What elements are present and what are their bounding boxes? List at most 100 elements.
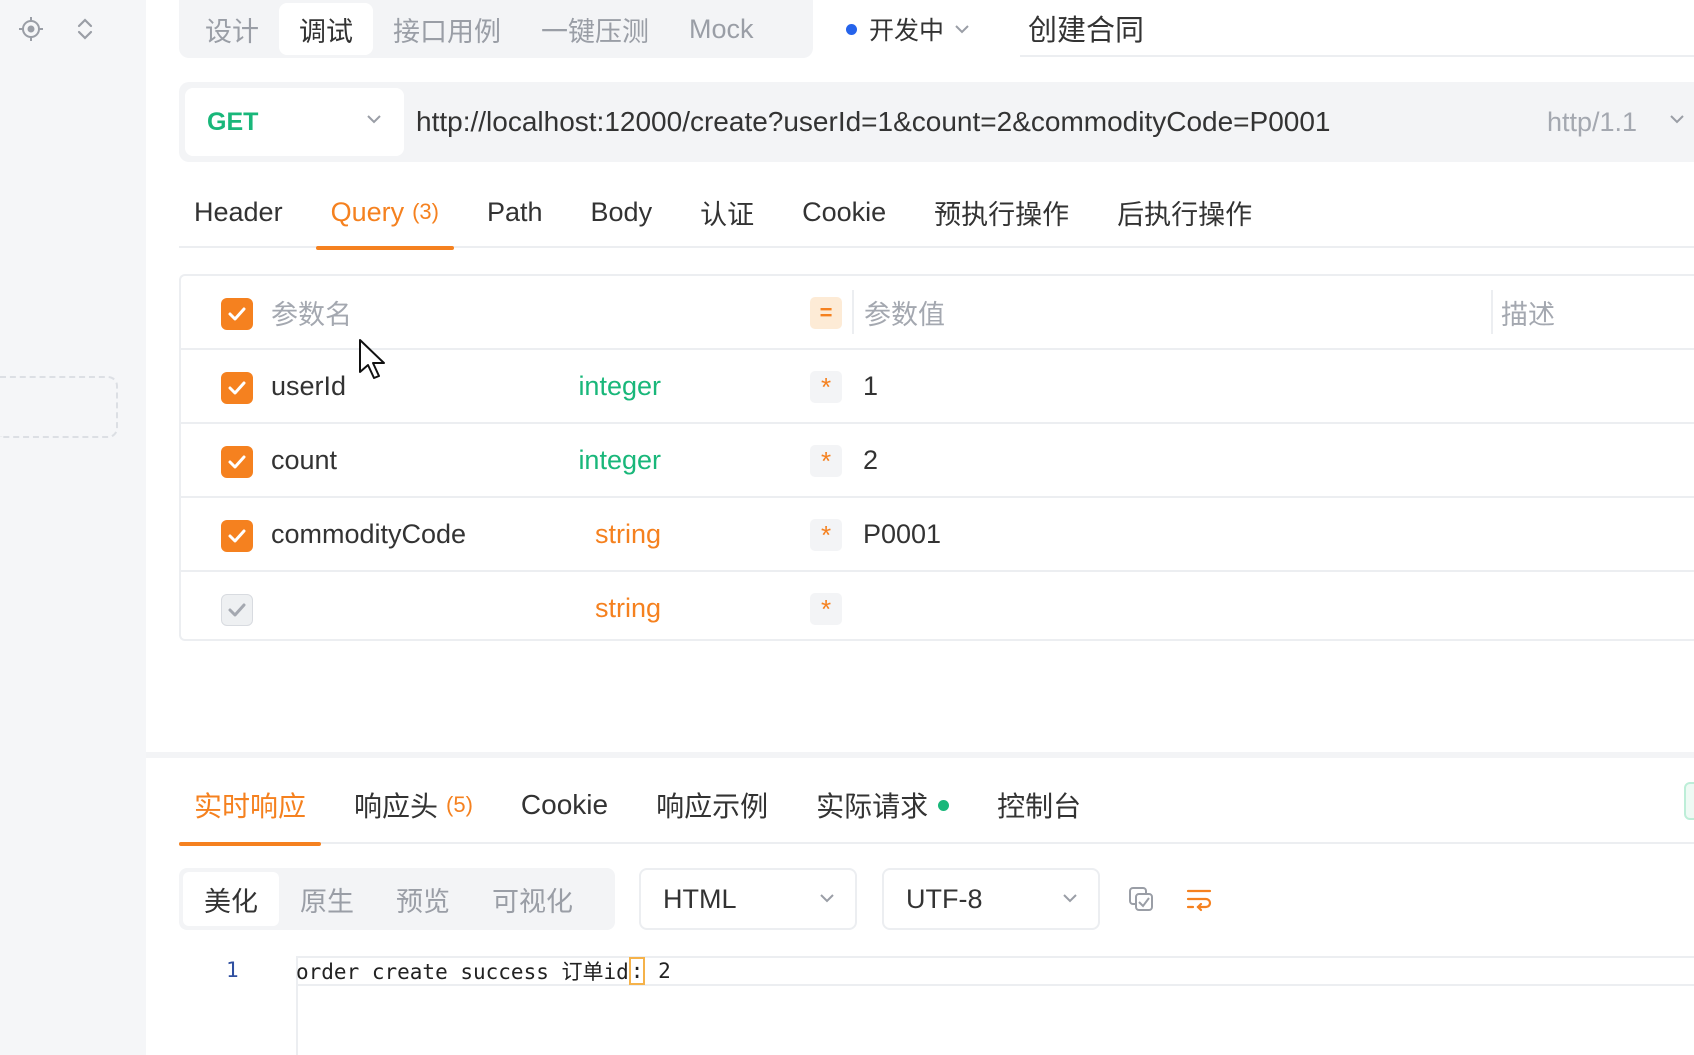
tab-auth[interactable]: 认证 — [685, 176, 769, 248]
tab-live-response[interactable]: 实时响应 — [179, 766, 322, 846]
check-icon — [228, 603, 246, 617]
bulk-edit-button[interactable]: = — [810, 297, 842, 329]
copy-icon[interactable] — [1126, 884, 1156, 914]
tab-pre-script[interactable]: 预执行操作 — [919, 176, 1084, 248]
tab-header[interactable]: Header — [179, 176, 298, 248]
tab-label: 预执行操作 — [934, 199, 1070, 230]
param-type[interactable]: integer — [578, 350, 661, 422]
tab-label: 实时响应 — [194, 791, 307, 822]
required-toggle[interactable]: * — [810, 445, 842, 477]
tab-post-script[interactable]: 后执行操作 — [1102, 176, 1267, 248]
encoding-select[interactable]: UTF-8 — [882, 868, 1100, 930]
query-params-table: 参数名 = 参数值 描述 userId integer * 1 count in… — [179, 274, 1694, 641]
param-checkbox[interactable] — [221, 520, 253, 552]
view-preview[interactable]: 预览 — [375, 872, 471, 926]
param-name[interactable]: userId — [271, 350, 346, 422]
tab-response-example[interactable]: 响应示例 — [641, 766, 783, 844]
header-param-name: 参数名 — [271, 299, 352, 330]
param-checkbox[interactable] — [221, 446, 253, 478]
tab-label: 实际请求 — [816, 791, 929, 822]
tab-mock[interactable]: Mock — [669, 3, 774, 55]
check-icon — [228, 455, 246, 469]
table-row: userId integer * 1 — [181, 350, 1694, 424]
encoding-select-value: UTF-8 — [906, 883, 983, 914]
param-type[interactable]: integer — [578, 424, 661, 496]
tab-label: Body — [590, 196, 653, 227]
word-wrap-icon[interactable] — [1184, 884, 1214, 914]
required-toggle[interactable]: * — [810, 371, 842, 403]
chevron-down-icon[interactable] — [1669, 114, 1685, 124]
tab-label: Query — [330, 196, 405, 227]
header-description: 描述 — [1501, 299, 1555, 330]
param-name[interactable]: count — [271, 424, 337, 496]
tab-label: Cookie — [802, 196, 887, 227]
tab-label: Path — [486, 196, 543, 227]
expand-collapse-icon[interactable] — [70, 14, 100, 44]
response-status-tag[interactable] — [1684, 782, 1694, 820]
view-pretty[interactable]: 美化 — [183, 872, 279, 926]
mouse-pointer-icon — [359, 339, 385, 379]
method-label: GET — [207, 107, 259, 136]
status-label: 开发中 — [869, 17, 945, 45]
tab-label: 控制台 — [997, 791, 1082, 822]
url-input[interactable] — [416, 92, 1416, 152]
param-value[interactable]: 1 — [863, 350, 878, 422]
format-select[interactable]: HTML — [639, 868, 857, 930]
response-view-tabs: 美化 原生 预览 可视化 — [179, 868, 615, 930]
tab-path[interactable]: Path — [472, 176, 558, 248]
code-text-before: order create success 订单id — [296, 960, 629, 984]
tab-console[interactable]: 控制台 — [982, 766, 1096, 844]
table-row: commodityCode string * P0001 — [181, 498, 1694, 572]
tab-debug[interactable]: 调试 — [279, 3, 373, 55]
required-toggle[interactable]: * — [810, 519, 842, 551]
line-number: 1 — [226, 958, 239, 982]
code-text-after: 2 — [645, 959, 671, 983]
required-toggle[interactable]: * — [810, 593, 842, 625]
tab-api-cases[interactable]: 接口用例 — [373, 3, 521, 55]
param-type[interactable]: string — [595, 572, 661, 644]
column-divider — [1491, 290, 1493, 334]
tab-response-headers[interactable]: 响应头 (5) — [339, 766, 488, 844]
param-type[interactable]: string — [595, 498, 661, 570]
chevron-down-icon — [955, 25, 969, 34]
code-text-highlight: : — [628, 957, 646, 985]
table-row: count integer * 2 — [181, 424, 1694, 498]
tab-cookie[interactable]: Cookie — [787, 176, 901, 248]
tab-load-test[interactable]: 一键压测 — [521, 3, 669, 55]
tab-label: 后执行操作 — [1117, 199, 1253, 230]
param-value[interactable]: P0001 — [863, 498, 941, 570]
tab-label: 响应示例 — [656, 791, 769, 822]
param-value[interactable]: 2 — [863, 424, 878, 496]
table-header-row: 参数名 = 参数值 描述 — [181, 276, 1694, 350]
status-dot — [846, 23, 857, 35]
status-select[interactable]: 开发中 — [846, 0, 970, 58]
tab-response-cookie[interactable]: Cookie — [506, 766, 623, 844]
select-all-checkbox[interactable] — [221, 298, 253, 330]
top-tabs: 设计 调试 接口用例 一键压测 Mock — [179, 0, 813, 58]
check-icon — [228, 307, 246, 321]
param-checkbox[interactable] — [221, 372, 253, 404]
chevron-down-icon — [1063, 894, 1077, 903]
tree-drop-placeholder — [0, 376, 118, 438]
protocol-select[interactable]: http/1.1 — [1547, 82, 1637, 162]
main-panel: 设计 调试 接口用例 一键压测 Mock 开发中 创建合同 GET http/1… — [146, 0, 1694, 1055]
chevron-down-icon — [367, 115, 381, 124]
param-name[interactable]: commodityCode — [271, 498, 466, 570]
tab-label: Cookie — [520, 789, 609, 820]
api-name-input[interactable]: 创建合同 — [1020, 0, 1694, 57]
param-checkbox[interactable] — [221, 594, 253, 626]
tab-label: Header — [194, 196, 283, 227]
tab-design[interactable]: 设计 — [185, 3, 279, 55]
view-raw[interactable]: 原生 — [279, 872, 375, 926]
url-bar: GET http/1.1 — [179, 82, 1694, 162]
column-divider — [852, 290, 854, 334]
method-select[interactable]: GET — [185, 88, 404, 156]
format-select-value: HTML — [663, 883, 737, 914]
tab-query[interactable]: Query (3) — [315, 176, 455, 250]
section-divider — [146, 752, 1694, 758]
left-rail — [0, 0, 146, 1055]
tab-actual-request[interactable]: 实际请求 — [801, 766, 964, 844]
view-visualize[interactable]: 可视化 — [471, 872, 594, 926]
locate-icon[interactable] — [16, 14, 46, 44]
tab-body[interactable]: Body — [576, 176, 668, 248]
